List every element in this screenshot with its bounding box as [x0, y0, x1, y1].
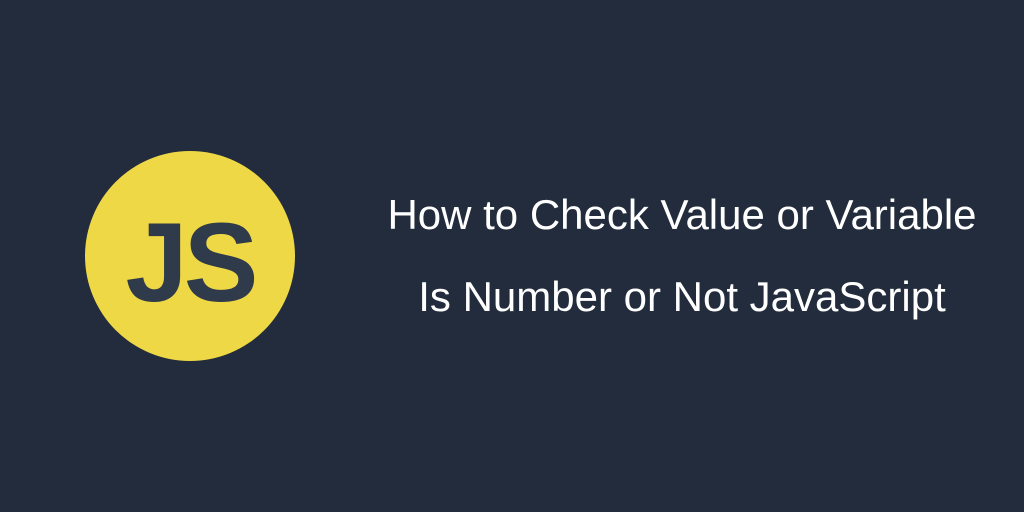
logo-area: JS: [0, 151, 380, 361]
js-logo-text: JS: [126, 198, 255, 327]
content-area: How to Check Value or Variable Is Number…: [380, 174, 1024, 338]
page-title: How to Check Value or Variable Is Number…: [380, 174, 984, 338]
js-logo: JS: [85, 151, 295, 361]
